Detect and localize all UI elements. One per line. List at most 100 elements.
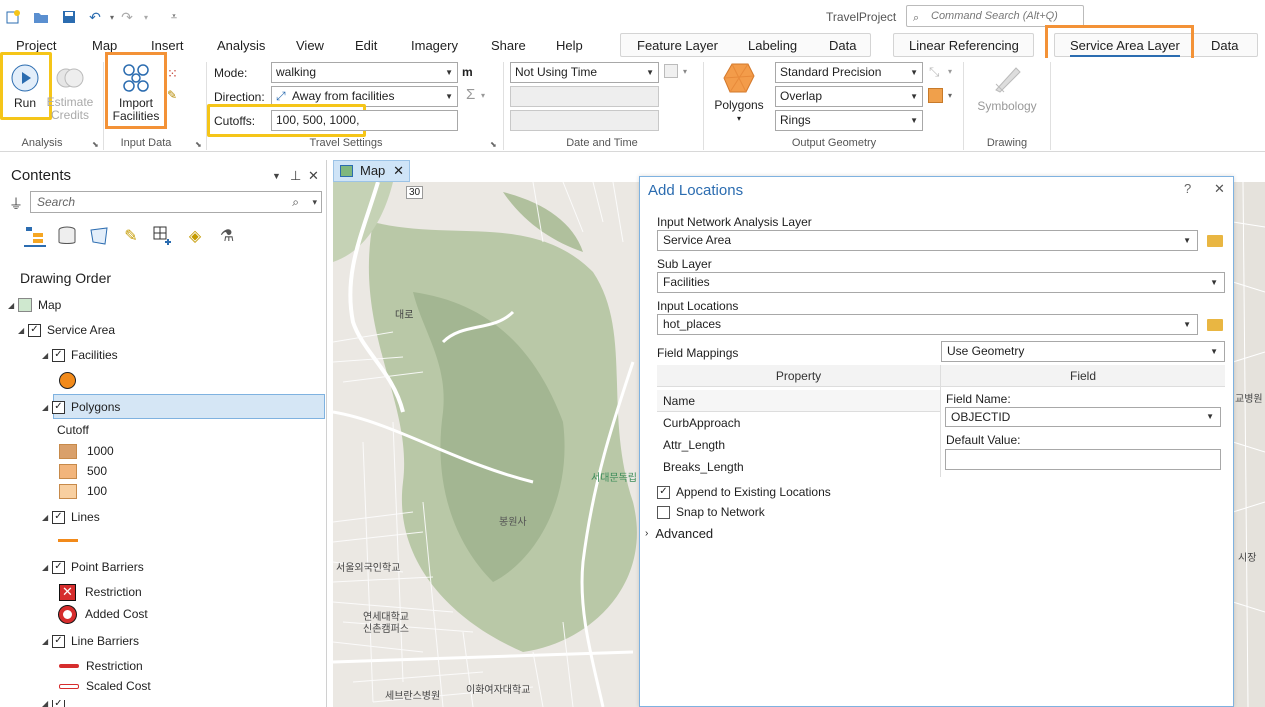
tab-map-view[interactable]: Map ✕: [333, 160, 410, 182]
editing-icon[interactable]: ✎: [120, 225, 142, 247]
filter-icon[interactable]: ⏚: [9, 194, 23, 214]
pane-options-icon[interactable]: ▼: [272, 171, 281, 181]
pin-icon[interactable]: ⊥: [290, 168, 301, 184]
snapping-icon[interactable]: [152, 225, 174, 247]
browse-folder-icon[interactable]: [1207, 319, 1223, 331]
tree-item-line-barriers[interactable]: ◢ ✓ Line Barriers: [42, 631, 139, 651]
tree-item-service-area[interactable]: ◢ ✓ Service Area: [18, 320, 115, 340]
input-layer-dropdown[interactable]: Service Area ▼: [657, 230, 1198, 251]
perspective-icon[interactable]: ⚗: [216, 225, 238, 247]
tab-view[interactable]: View: [296, 38, 324, 54]
checkbox-icon: ✓: [28, 323, 41, 337]
browse-folder-icon[interactable]: [1207, 235, 1223, 247]
line-settings-icon[interactable]: ⤡: [929, 64, 939, 80]
calendar-icon[interactable]: [664, 64, 678, 78]
field-mappings-dropdown[interactable]: Use Geometry ▼: [941, 341, 1225, 362]
property-row[interactable]: Breaks_Length: [663, 460, 744, 474]
line-symbol-icon: [58, 539, 78, 542]
tab-data-feature[interactable]: Data: [829, 38, 856, 53]
field-name-dropdown[interactable]: OBJECTID ▼: [945, 407, 1221, 427]
analysis-launcher-icon[interactable]: ⬊: [92, 140, 99, 149]
separator: [103, 62, 104, 150]
property-row[interactable]: CurbApproach: [663, 416, 740, 430]
symbology-button[interactable]: Symbology: [972, 64, 1042, 113]
group-label-date-time: Date and Time: [566, 137, 638, 149]
snap-checkbox[interactable]: Snap to Network: [657, 505, 765, 519]
facility-symbol-icon: [59, 372, 76, 389]
separator: [963, 62, 964, 150]
polygons-button[interactable]: Polygons ▾: [711, 62, 767, 125]
drawing-order-icon[interactable]: [24, 225, 46, 247]
estimate-credits-button[interactable]: Estimate Credits: [46, 64, 94, 122]
append-checkbox[interactable]: ✓ Append to Existing Locations: [657, 485, 831, 499]
map-icon: [18, 298, 32, 312]
data-source-icon[interactable]: [56, 225, 78, 247]
mode-dropdown[interactable]: walking ▼: [271, 62, 458, 83]
save-icon[interactable]: [60, 8, 78, 26]
close-icon[interactable]: ✕: [308, 168, 319, 184]
command-search-input[interactable]: ⌕ Command Search (Alt+Q): [906, 5, 1084, 27]
tab-analysis[interactable]: Analysis: [217, 38, 265, 54]
legend-cutoff-500: 500: [59, 461, 107, 481]
line-settings-dropdown-icon[interactable]: ▾: [948, 67, 952, 76]
tree-item-lines[interactable]: ◢ ✓ Lines: [42, 507, 100, 527]
tab-help[interactable]: Help: [556, 38, 583, 54]
map-label: 서대문독립: [591, 473, 637, 484]
close-icon[interactable]: ✕: [1214, 181, 1225, 197]
tree-item-facilities[interactable]: ◢ ✓ Facilities: [42, 345, 118, 365]
tree-item-map[interactable]: ◢ Map: [8, 295, 61, 315]
restriction-icon: ✕: [59, 583, 76, 601]
travel-settings-launcher-icon[interactable]: ⬊: [490, 140, 497, 149]
sub-layer-dropdown[interactable]: Facilities ▼: [657, 272, 1225, 293]
undo-icon[interactable]: ↶: [86, 8, 104, 26]
labeling-icon[interactable]: ◈: [184, 225, 206, 247]
units-label[interactable]: m: [462, 65, 473, 79]
overlap-dropdown[interactable]: Overlap ▼: [775, 86, 923, 107]
open-folder-icon[interactable]: [32, 8, 50, 26]
add-points-icon[interactable]: ⁙: [167, 66, 178, 82]
checkbox-icon: ✓: [657, 485, 670, 499]
new-project-icon[interactable]: [4, 8, 22, 26]
contents-pane: Contents ▼ ⊥ ✕ ⏚ Search ⌕ ▾ ✎ ◈ ⚗ Drawin…: [4, 160, 327, 707]
redo-icon[interactable]: ↷: [118, 8, 136, 26]
input-locations-dropdown[interactable]: hot_places ▼: [657, 314, 1198, 335]
checkbox-icon: ✓: [52, 560, 65, 574]
tab-labeling[interactable]: Labeling: [748, 38, 797, 53]
selection-icon[interactable]: [88, 225, 110, 247]
tree-item-point-barriers[interactable]: ◢ ✓ Point Barriers: [42, 557, 144, 577]
polygon-settings-icon[interactable]: [928, 88, 943, 103]
tree-item-polygons[interactable]: ◢ ✓ Polygons: [42, 397, 120, 417]
cutoffs-input[interactable]: 100, 500, 1000,: [271, 110, 458, 131]
tab-service-area-layer[interactable]: Service Area Layer: [1070, 38, 1180, 57]
rings-dropdown[interactable]: Rings ▼: [775, 110, 923, 131]
default-value-input[interactable]: [945, 449, 1221, 470]
contents-search-input[interactable]: Search ⌕ ▾: [30, 191, 322, 213]
property-row[interactable]: Attr_Length: [663, 438, 725, 452]
group-label-travel-settings: Travel Settings: [309, 137, 383, 149]
tab-linear-referencing[interactable]: Linear Referencing: [909, 38, 1019, 53]
tab-feature-layer[interactable]: Feature Layer: [637, 38, 718, 53]
default-value-label: Default Value:: [946, 433, 1021, 447]
tab-edit[interactable]: Edit: [355, 38, 377, 54]
calendar-dropdown-icon[interactable]: ▾: [683, 67, 687, 76]
run-button[interactable]: Run: [8, 64, 42, 110]
tab-imagery[interactable]: Imagery: [411, 38, 458, 54]
chevron-right-icon: ›: [645, 528, 649, 539]
sum-icon[interactable]: Σ: [466, 86, 475, 103]
tab-data-service[interactable]: Data: [1211, 38, 1238, 53]
redo-dropdown-icon[interactable]: ▾: [137, 8, 155, 26]
sum-dropdown-icon[interactable]: ▾: [481, 91, 485, 100]
import-facilities-button[interactable]: Import Facilities: [112, 62, 160, 123]
polygon-settings-dropdown-icon[interactable]: ▾: [948, 91, 952, 100]
input-data-launcher-icon[interactable]: ⬊: [195, 140, 202, 149]
precision-dropdown[interactable]: Standard Precision ▼: [775, 62, 923, 83]
chevron-down-icon: ▼: [910, 92, 918, 101]
help-icon[interactable]: ?: [1184, 181, 1191, 196]
customize-toolbar-icon[interactable]: ⩡: [165, 8, 183, 26]
advanced-expander[interactable]: › Advanced: [645, 526, 713, 541]
edit-points-icon[interactable]: ✎: [167, 88, 177, 102]
time-dropdown[interactable]: Not Using Time ▼: [510, 62, 659, 83]
legend-cutoff-100: 100: [59, 481, 107, 501]
swatch-icon: [59, 463, 77, 479]
tab-share[interactable]: Share: [491, 38, 526, 54]
